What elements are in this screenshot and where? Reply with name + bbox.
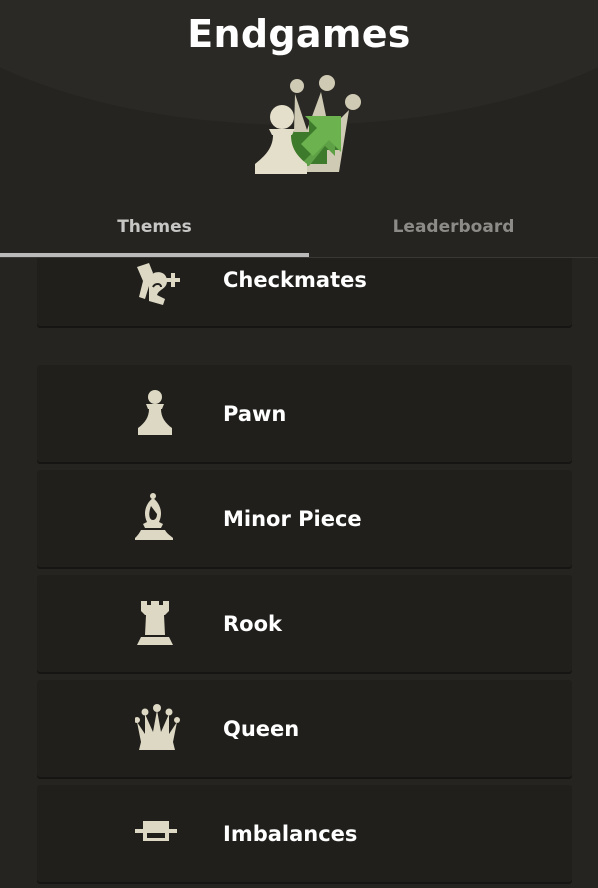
page-header: Endgames — [0, 0, 598, 205]
themes-list: Checkmates Pawn Minor Piece Rook Queen I… — [37, 258, 572, 888]
bishop-icon — [135, 493, 173, 540]
checkmate-king-icon — [137, 263, 180, 305]
theme-row-queen[interactable]: Queen — [37, 680, 572, 777]
queen-icon — [135, 704, 180, 750]
pawn-icon — [138, 390, 172, 435]
endgames-hero-icon — [255, 75, 361, 174]
tab-leaderboard[interactable]: Leaderboard — [309, 205, 598, 257]
imbalance-scale-icon — [135, 821, 177, 841]
tab-themes[interactable]: Themes — [0, 205, 309, 257]
rook-icon — [137, 601, 173, 645]
theme-row-imbalances[interactable]: Imbalances — [37, 785, 572, 882]
theme-row-label: Rook — [223, 612, 282, 636]
theme-row-label: Queen — [223, 717, 300, 741]
page-title: Endgames — [187, 12, 411, 56]
active-tab-indicator — [0, 253, 309, 257]
theme-row-label: Pawn — [223, 402, 287, 426]
theme-row-rook[interactable]: Rook — [37, 575, 572, 672]
theme-row-minor-piece[interactable]: Minor Piece — [37, 470, 572, 567]
theme-row-label: Imbalances — [223, 822, 358, 846]
theme-row-pawn[interactable]: Pawn — [37, 365, 572, 462]
theme-row-label: Checkmates — [223, 268, 367, 292]
theme-row-checkmates[interactable]: Checkmates — [37, 258, 572, 326]
theme-row-label: Minor Piece — [223, 507, 362, 531]
tab-bar: Themes Leaderboard — [0, 205, 598, 258]
